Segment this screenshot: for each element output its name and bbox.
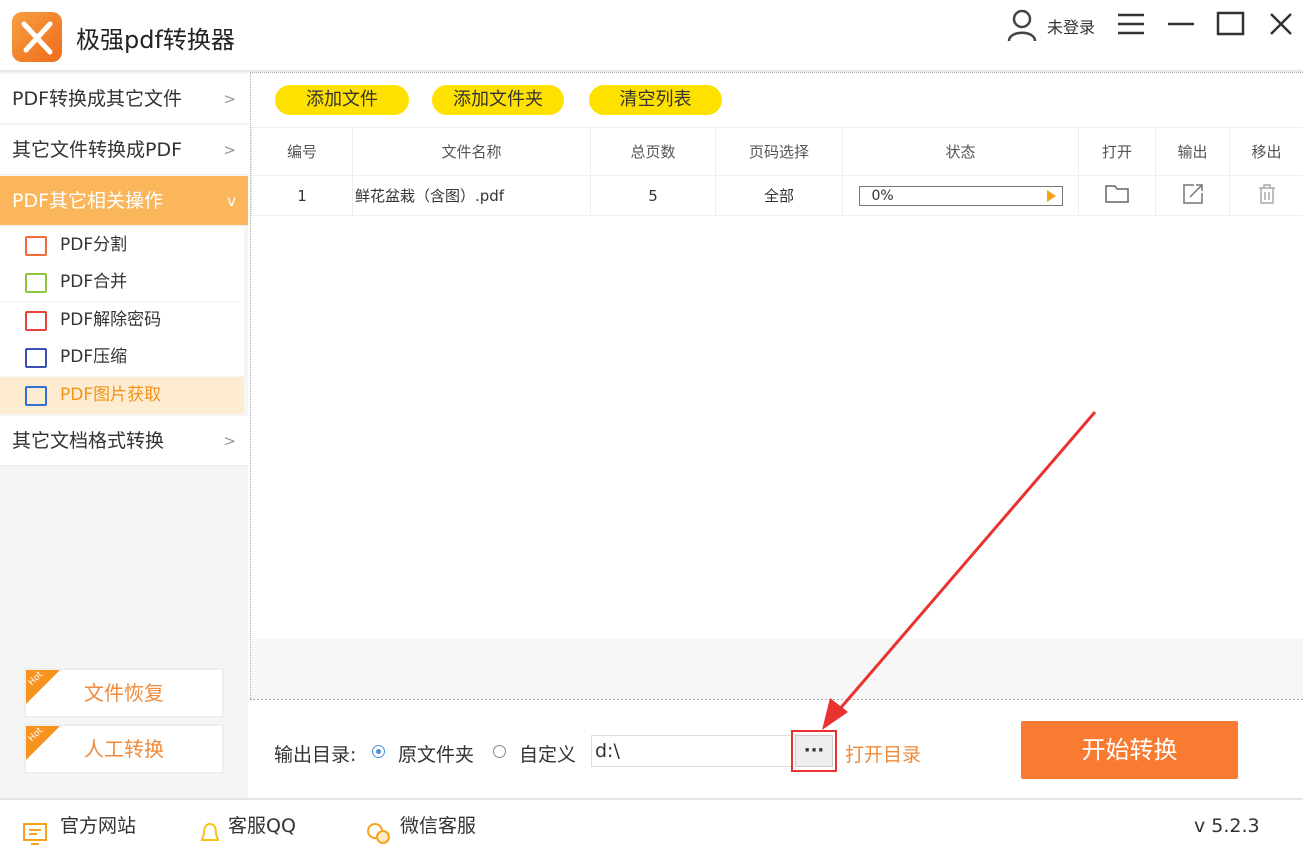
app-title: 极强pdf转换器 <box>76 20 235 55</box>
add-folder-button[interactable]: 添加文件夹 <box>432 85 564 115</box>
col-no: 编号 <box>252 128 353 176</box>
play-icon[interactable] <box>1047 190 1056 202</box>
output-path-input[interactable]: d:\ <box>591 735 793 767</box>
trash-icon[interactable] <box>1230 176 1303 216</box>
cell-name: 鲜花盆栽（含图）.pdf <box>353 176 591 216</box>
start-convert-button[interactable]: 开始转换 <box>1021 721 1238 779</box>
maximize-icon[interactable] <box>1216 10 1246 44</box>
sub-label: PDF压缩 <box>60 347 127 367</box>
sub-label: PDF图片获取 <box>60 385 161 405</box>
cell-range[interactable]: 全部 <box>716 176 843 216</box>
cell-pages: 5 <box>591 176 716 216</box>
output-dir-label: 输出目录: <box>274 740 356 767</box>
nav-pdf-to-other[interactable]: PDF转换成其它文件 > <box>0 74 248 124</box>
table-header: 编号 文件名称 总页数 页码选择 状态 打开 输出 移出 <box>252 128 1303 176</box>
wechat-support-link[interactable]: 微信客服 <box>400 800 476 852</box>
close-icon[interactable] <box>1268 10 1294 44</box>
sub-pdf-split[interactable]: PDF分割 <box>0 227 244 264</box>
merge-icon <box>25 273 47 293</box>
open-folder-icon[interactable] <box>1079 176 1156 216</box>
browse-button[interactable]: ··· <box>795 735 833 767</box>
footer: 官方网站 客服QQ 微信客服 v 5.2.3 <box>0 798 1303 844</box>
col-status: 状态 <box>843 128 1079 176</box>
official-site-link[interactable]: 官方网站 <box>60 800 136 852</box>
version-label: v 5.2.3 <box>1194 800 1260 852</box>
col-open: 打开 <box>1079 128 1156 176</box>
cell-status: 0% <box>843 176 1079 216</box>
unlock-icon <box>25 311 47 331</box>
table-row[interactable]: 1 鲜花盆栽（含图）.pdf 5 全部 0% <box>252 176 1303 216</box>
app-logo <box>12 12 62 62</box>
nav-other-to-pdf[interactable]: 其它文件转换成PDF > <box>0 125 248 175</box>
cell-no: 1 <box>252 176 353 216</box>
file-recovery-button[interactable]: Hot文件恢复 <box>24 668 224 718</box>
image-icon <box>25 386 47 406</box>
menu-icon[interactable] <box>1116 10 1146 44</box>
button-label: 人工转换 <box>84 737 164 761</box>
sidebar: PDF转换成其它文件 > 其它文件转换成PDF > PDF其它相关操作 v PDF分割… <box>0 72 248 798</box>
radio-custom-label[interactable]: 自定义 <box>519 740 576 767</box>
col-remove: 移出 <box>1230 128 1303 176</box>
button-label: 文件恢复 <box>84 681 164 705</box>
col-output: 输出 <box>1156 128 1230 176</box>
nav-other-formats[interactable]: 其它文档格式转换 > <box>0 416 248 466</box>
open-dir-link[interactable]: 打开目录 <box>845 740 921 767</box>
radio-custom[interactable] <box>493 745 506 758</box>
user-icon[interactable] <box>1006 8 1038 46</box>
col-pages: 总页数 <box>591 128 716 176</box>
sub-pdf-merge[interactable]: PDF合并 <box>0 264 244 301</box>
output-panel: 输出目录: 原文件夹 自定义 d:\ ··· 打开目录 开始转换 <box>250 702 1303 798</box>
add-file-button[interactable]: 添加文件 <box>275 85 409 115</box>
sub-label: PDF合并 <box>60 272 127 292</box>
radio-original-folder[interactable] <box>372 745 385 758</box>
progress-bar: 0% <box>859 186 1063 206</box>
qq-icon <box>200 814 220 866</box>
export-icon[interactable] <box>1156 176 1230 216</box>
sub-pdf-unlock[interactable]: PDF解除密码 <box>0 302 244 339</box>
col-name: 文件名称 <box>353 128 591 176</box>
sub-pdf-image-extract[interactable]: PDF图片获取 <box>0 377 244 414</box>
wechat-icon <box>366 814 392 866</box>
website-icon <box>22 814 48 866</box>
login-status[interactable]: 未登录 <box>1047 14 1095 38</box>
chevron-right-icon: > <box>223 416 236 466</box>
sub-label: PDF分割 <box>60 235 127 255</box>
radio-original-label[interactable]: 原文件夹 <box>398 740 474 767</box>
progress-text: 0% <box>872 188 894 204</box>
manual-convert-button[interactable]: Hot人工转换 <box>24 724 224 774</box>
sub-label: PDF解除密码 <box>60 310 161 330</box>
split-icon <box>25 236 47 256</box>
list-footer <box>251 639 1303 699</box>
chevron-down-icon: v <box>227 176 236 226</box>
nav-label: PDF转换成其它文件 <box>12 88 182 110</box>
sub-pdf-compress[interactable]: PDF压缩 <box>0 339 244 376</box>
nav-label: 其它文件转换成PDF <box>12 139 182 161</box>
qq-support-link[interactable]: 客服QQ <box>228 800 296 852</box>
file-list-panel: 添加文件 添加文件夹 清空列表 编号 文件名称 总页数 页码选择 状态 打开 输… <box>250 72 1303 700</box>
minimize-icon[interactable] <box>1166 10 1196 44</box>
col-range: 页码选择 <box>716 128 843 176</box>
nav-label: PDF其它相关操作 <box>12 190 163 212</box>
clear-list-button[interactable]: 清空列表 <box>589 85 722 115</box>
nav-label: 其它文档格式转换 <box>12 430 164 452</box>
compress-icon <box>25 348 47 368</box>
nav-pdf-other-ops[interactable]: PDF其它相关操作 v <box>0 176 248 226</box>
chevron-right-icon: > <box>223 74 236 124</box>
file-table: 编号 文件名称 总页数 页码选择 状态 打开 输出 移出 1 鲜花盆栽（含图）.… <box>251 127 1303 216</box>
chevron-right-icon: > <box>223 125 236 175</box>
title-bar: 极强pdf转换器 未登录 <box>0 0 1303 72</box>
